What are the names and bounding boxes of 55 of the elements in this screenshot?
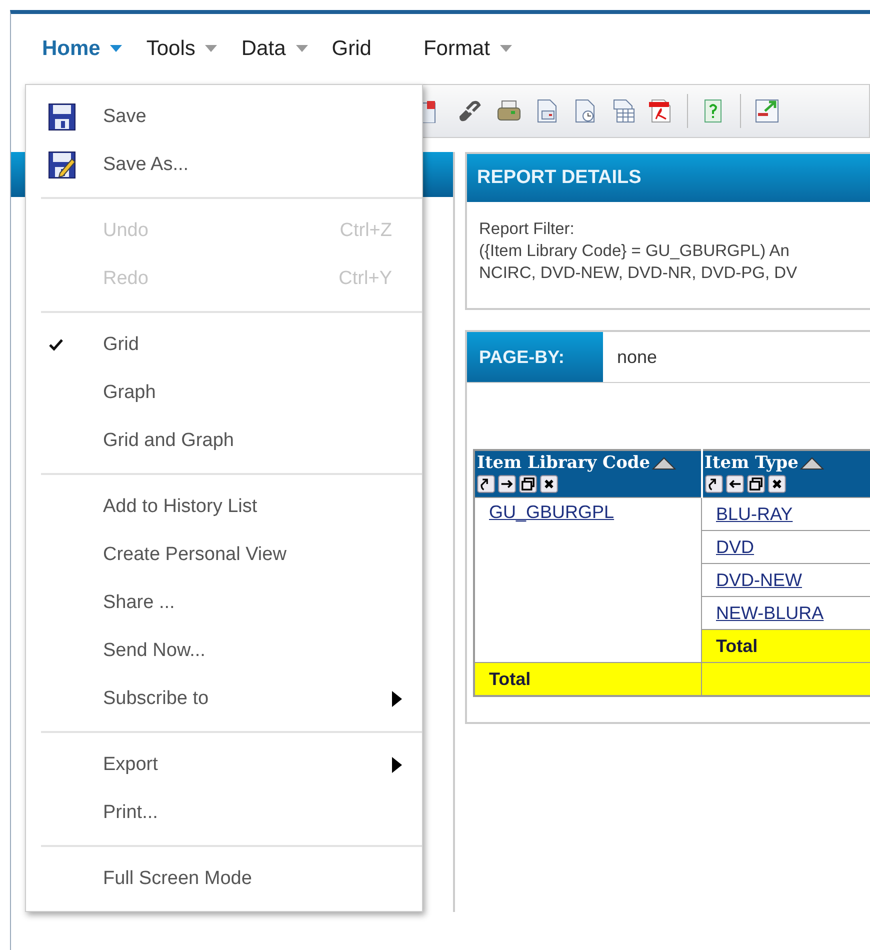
windows-icon[interactable] bbox=[746, 475, 764, 493]
menu-item[interactable]: Export bbox=[26, 741, 422, 789]
caret-icon bbox=[500, 45, 512, 53]
menu-tab[interactable]: Data bbox=[241, 37, 308, 61]
sort-icon[interactable] bbox=[800, 456, 824, 470]
menu-item[interactable]: Save bbox=[26, 93, 422, 141]
menu-item[interactable]: Grid and Graph bbox=[26, 417, 422, 465]
row-link[interactable]: DVD bbox=[716, 536, 754, 556]
panel-title: REPORT DETAILS bbox=[467, 154, 870, 202]
row-link[interactable]: DVD-NEW bbox=[716, 570, 802, 590]
clock-document-icon[interactable] bbox=[573, 99, 597, 123]
menu-tab[interactable]: Tools bbox=[146, 37, 218, 61]
column-title[interactable]: Item Library Code bbox=[477, 453, 650, 473]
page-by-label: PAGE-BY: bbox=[467, 332, 603, 382]
link-icon[interactable] bbox=[459, 99, 483, 123]
menu-item[interactable]: Send Now... bbox=[26, 627, 422, 675]
row-link[interactable]: GU_GBURGPL bbox=[489, 502, 614, 522]
caret-icon bbox=[296, 45, 308, 53]
menu-item[interactable]: Create Personal View bbox=[26, 531, 422, 579]
row-link[interactable]: BLU-RAY bbox=[716, 504, 793, 524]
pivot-icon[interactable] bbox=[477, 475, 495, 493]
mail-document-icon[interactable] bbox=[535, 99, 559, 123]
filter-text: ({Item Library Code} = GU_GBURGPL) An bbox=[479, 241, 790, 262]
menu-tab[interactable]: Grid bbox=[332, 37, 372, 61]
menu-tab[interactable]: Home bbox=[42, 37, 122, 61]
menu-item[interactable]: Print... bbox=[26, 789, 422, 837]
column-title[interactable]: Item Type bbox=[704, 453, 798, 473]
row-link[interactable]: NEW-BLURA bbox=[716, 602, 824, 622]
windows-icon[interactable] bbox=[519, 475, 537, 493]
shortcut-text: Ctrl+Z bbox=[340, 220, 392, 242]
menu-item[interactable]: Add to History List bbox=[26, 483, 422, 531]
filter-text: NCIRC, DVD-NEW, DVD-NR, DVD-PG, DV bbox=[479, 263, 798, 284]
menu-item[interactable]: Full Screen Mode bbox=[26, 855, 422, 903]
menu-item[interactable]: Grid bbox=[26, 321, 422, 369]
menu-item[interactable]: Subscribe to bbox=[26, 675, 422, 723]
pivot-icon[interactable] bbox=[704, 475, 722, 493]
menu-item[interactable]: Share ... bbox=[26, 579, 422, 627]
close-icon[interactable] bbox=[540, 475, 558, 493]
caret-icon bbox=[205, 45, 218, 53]
sort-icon[interactable] bbox=[652, 456, 676, 470]
shortcut-text: Ctrl+Y bbox=[338, 268, 392, 290]
total-cell: Total bbox=[474, 662, 702, 696]
close-icon[interactable] bbox=[768, 475, 786, 493]
page-by-value[interactable]: none bbox=[603, 346, 658, 368]
menu-tab[interactable]: Format bbox=[423, 37, 512, 61]
subtotal-cell: Total bbox=[702, 630, 870, 662]
pdf-icon[interactable] bbox=[649, 99, 673, 123]
caret-icon bbox=[110, 45, 122, 53]
floppy-pencil-icon bbox=[48, 151, 76, 179]
menu-item[interactable]: Graph bbox=[26, 369, 422, 417]
filter-label: Report Filter: bbox=[479, 219, 576, 240]
export-icon[interactable] bbox=[755, 99, 779, 123]
table-document-icon[interactable] bbox=[611, 99, 635, 123]
printer-icon[interactable] bbox=[497, 99, 521, 123]
menu-item[interactable]: Save As... bbox=[26, 141, 422, 189]
